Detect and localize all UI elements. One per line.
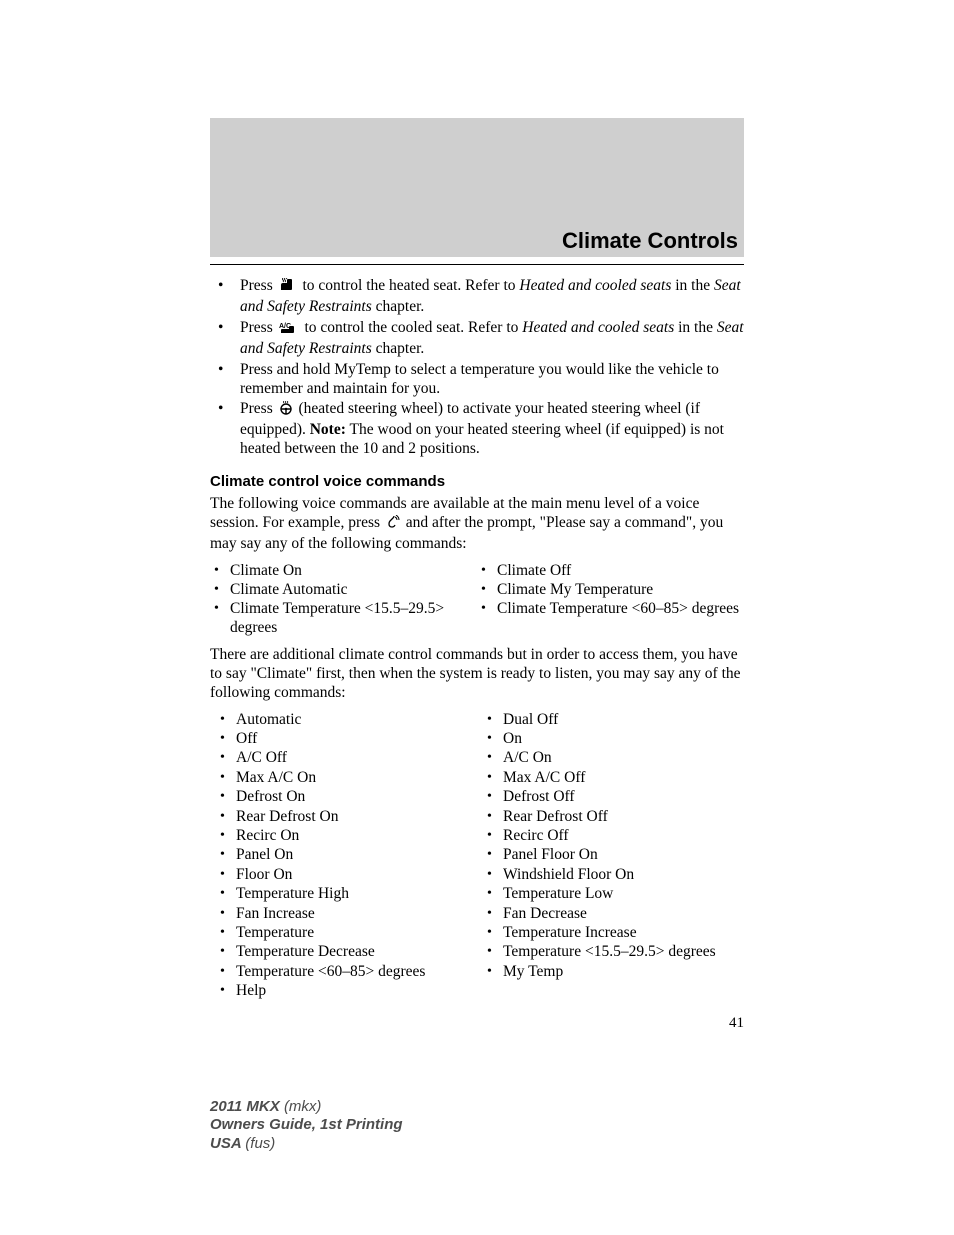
list-item: On (499, 730, 744, 749)
list-item: Windshield Floor On (499, 866, 744, 885)
paragraph: There are additional climate control com… (210, 646, 744, 703)
list-item: Climate Off (491, 562, 744, 581)
list-item: Press A/C to control the cooled seat. Re… (232, 319, 744, 359)
text: in the (674, 319, 717, 336)
text: Press (240, 277, 277, 294)
text: to control the cooled seat. Refer to (301, 319, 523, 336)
page-number: 41 (210, 1014, 744, 1032)
list-item: Recirc Off (499, 827, 744, 846)
list-item: Climate On (224, 562, 477, 581)
command-list-left: Automatic Off A/C Off Max A/C On Defrost… (210, 711, 477, 1002)
list-item: Automatic (232, 711, 477, 730)
list-item: Fan Increase (232, 905, 477, 924)
list-item: Max A/C Off (499, 769, 744, 788)
list-item: Dual Off (499, 711, 744, 730)
list-item: Temperature Decrease (232, 943, 477, 962)
list-item: Temperature <60–85> degrees (232, 963, 477, 982)
command-list-right: Dual Off On A/C On Max A/C Off Defrost O… (477, 711, 744, 982)
list-item: Help (232, 982, 477, 1001)
text-italic: Heated and cooled seats (519, 277, 671, 294)
list-item: Fan Decrease (499, 905, 744, 924)
list-item: Off (232, 730, 477, 749)
footer-text-bold: Owners Guide, 1st Printing (210, 1116, 403, 1133)
heated-steering-wheel-icon (279, 401, 293, 421)
text: Press (240, 400, 277, 417)
list-item: Temperature (232, 924, 477, 943)
voice-commands-group-2: Automatic Off A/C Off Max A/C On Defrost… (210, 711, 744, 1002)
list-item: Recirc On (232, 827, 477, 846)
list-item: My Temp (499, 963, 744, 982)
text: chapter. (372, 298, 425, 315)
list-item: Floor On (232, 866, 477, 885)
list-item: Climate My Temperature (491, 581, 744, 600)
page-title: Climate Controls (210, 162, 744, 254)
list-item: Temperature High (232, 885, 477, 904)
text-bold: Note: (310, 421, 346, 438)
list-item: Press and hold MyTemp to select a temper… (232, 361, 744, 399)
footer-text-italic: (fus) (245, 1135, 275, 1152)
cooled-seat-icon: A/C (279, 320, 299, 340)
subheading: Climate control voice commands (210, 473, 744, 491)
list-item: Defrost On (232, 788, 477, 807)
list-item: Rear Defrost On (232, 808, 477, 827)
main-bullet-list: Press to control the heated seat. Refer … (210, 277, 744, 459)
list-item: A/C On (499, 749, 744, 768)
heated-seat-icon (279, 278, 297, 298)
footer-text-bold: USA (210, 1135, 245, 1152)
list-item: Climate Temperature <60–85> degrees (491, 600, 744, 619)
footer-text-bold: 2011 MKX (210, 1098, 284, 1115)
header-rule (210, 264, 744, 265)
list-item: Press (heated steering wheel) to activat… (232, 400, 744, 459)
list-item: Panel On (232, 846, 477, 865)
list-item: Max A/C On (232, 769, 477, 788)
text-italic: Heated and cooled seats (522, 319, 674, 336)
voice-commands-group-1: Climate On Climate Automatic Climate Tem… (210, 562, 744, 638)
paragraph: The following voice commands are availab… (210, 495, 744, 554)
list-item: Climate Temperature <15.5–29.5> degrees (224, 600, 477, 638)
command-list-left: Climate On Climate Automatic Climate Tem… (210, 562, 477, 638)
text: to control the heated seat. Refer to (299, 277, 520, 294)
text: in the (671, 277, 714, 294)
text: Press (240, 319, 277, 336)
list-item: Temperature Increase (499, 924, 744, 943)
list-item: Press to control the heated seat. Refer … (232, 277, 744, 317)
footer: 2011 MKX (mkx) Owners Guide, 1st Printin… (210, 1098, 403, 1153)
list-item: Climate Automatic (224, 581, 477, 600)
voice-icon (386, 515, 400, 535)
list-item: A/C Off (232, 749, 477, 768)
list-item: Temperature Low (499, 885, 744, 904)
list-item: Temperature <15.5–29.5> degrees (499, 943, 744, 962)
list-item: Panel Floor On (499, 846, 744, 865)
command-list-right: Climate Off Climate My Temperature Clima… (477, 562, 744, 619)
list-item: Rear Defrost Off (499, 808, 744, 827)
list-item: Defrost Off (499, 788, 744, 807)
text: chapter. (372, 340, 425, 357)
footer-text-italic: (mkx) (284, 1098, 322, 1115)
page-content: Climate Controls Press to control the he… (210, 162, 744, 1032)
